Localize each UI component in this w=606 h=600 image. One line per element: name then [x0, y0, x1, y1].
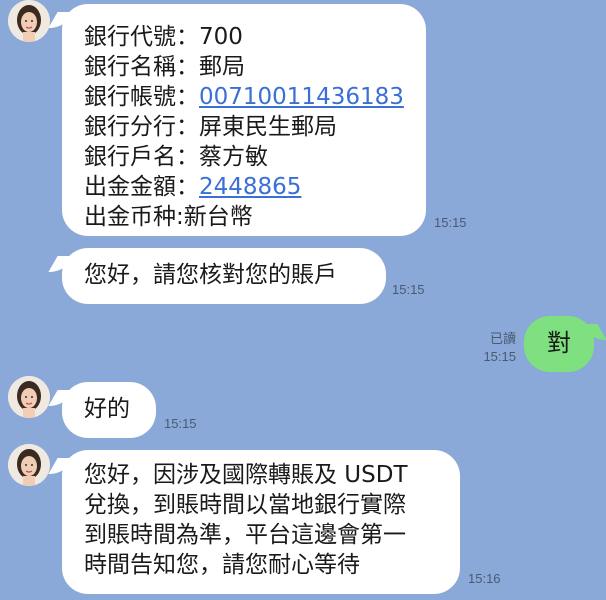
withdraw-currency-value: 新台幣: [183, 204, 253, 230]
read-receipt: 已讀 15:15: [470, 330, 516, 366]
avatar-portrait-icon: [8, 0, 50, 42]
bank-name-label: 銀行名稱：: [84, 54, 199, 80]
message-bubble-confirm[interactable]: 對: [524, 316, 594, 372]
message-bubble-ok[interactable]: 好的: [62, 382, 156, 438]
message-text-line: 兌換，到賬時間以當地銀行實際: [84, 492, 406, 518]
account-holder-label: 銀行戶名：: [84, 144, 199, 170]
contact-avatar[interactable]: [8, 376, 50, 418]
withdraw-currency-line: 出金币种:新台幣: [84, 202, 404, 232]
bank-name-line: 銀行名稱：郵局: [84, 52, 404, 82]
message-text-line: 您好，因涉及國際轉賬及 USDT: [84, 462, 408, 488]
message-text: 好的: [84, 396, 130, 422]
contact-avatar[interactable]: [8, 0, 50, 42]
contact-avatar[interactable]: [8, 444, 50, 486]
message-bubble-verify[interactable]: 您好，請您核對您的賬戶: [62, 248, 386, 304]
account-holder-line: 銀行戶名：蔡方敏: [84, 142, 404, 172]
message-text: 對: [547, 329, 571, 357]
message-timestamp: 15:15: [164, 416, 197, 431]
withdraw-amount-label: 出金金額：: [84, 174, 199, 200]
bank-name-value: 郵局: [199, 54, 245, 80]
bank-account-line: 銀行帳號：00710011436183: [84, 82, 404, 112]
account-holder-value: 蔡方敏: [199, 144, 268, 170]
read-label: 已讀: [489, 331, 516, 346]
bank-branch-line: 銀行分行：屏東民生郵局: [84, 112, 404, 142]
message-text: 您好，請您核對您的賬戶: [84, 262, 337, 288]
avatar-portrait-icon: [8, 444, 50, 486]
withdraw-amount-link[interactable]: 2448865: [199, 174, 301, 200]
message-timestamp: 15:15: [434, 215, 467, 230]
message-text-line: 到賬時間為準，平台這邊會第一: [84, 522, 406, 548]
message-bubble-bank-details[interactable]: 銀行代號：700 銀行名稱：郵局 銀行帳號：00710011436183 銀行分…: [62, 4, 426, 236]
message-bubble-notice[interactable]: 您好，因涉及國際轉賬及 USDT 兌換，到賬時間以當地銀行實際 到賬時間為準，平…: [62, 450, 460, 594]
message-text-line: 時間告知您，請您耐心等待: [84, 552, 360, 578]
withdraw-currency-label: 出金币种:: [84, 204, 184, 230]
message-timestamp: 15:15: [392, 282, 425, 297]
bank-code-label: 銀行代號：: [84, 24, 199, 50]
message-timestamp: 15:16: [468, 571, 501, 586]
bank-code-line: 銀行代號：700: [84, 22, 404, 52]
bank-account-label: 銀行帳號：: [84, 84, 199, 110]
message-timestamp: 15:15: [483, 349, 516, 364]
bank-branch-value: 屏東民生郵局: [199, 114, 337, 140]
withdraw-amount-line: 出金金額：2448865: [84, 172, 404, 202]
bank-account-number-link[interactable]: 00710011436183: [199, 84, 404, 110]
avatar-portrait-icon: [8, 376, 50, 418]
bank-branch-label: 銀行分行：: [84, 114, 199, 140]
bank-code-value: 700: [199, 24, 243, 50]
